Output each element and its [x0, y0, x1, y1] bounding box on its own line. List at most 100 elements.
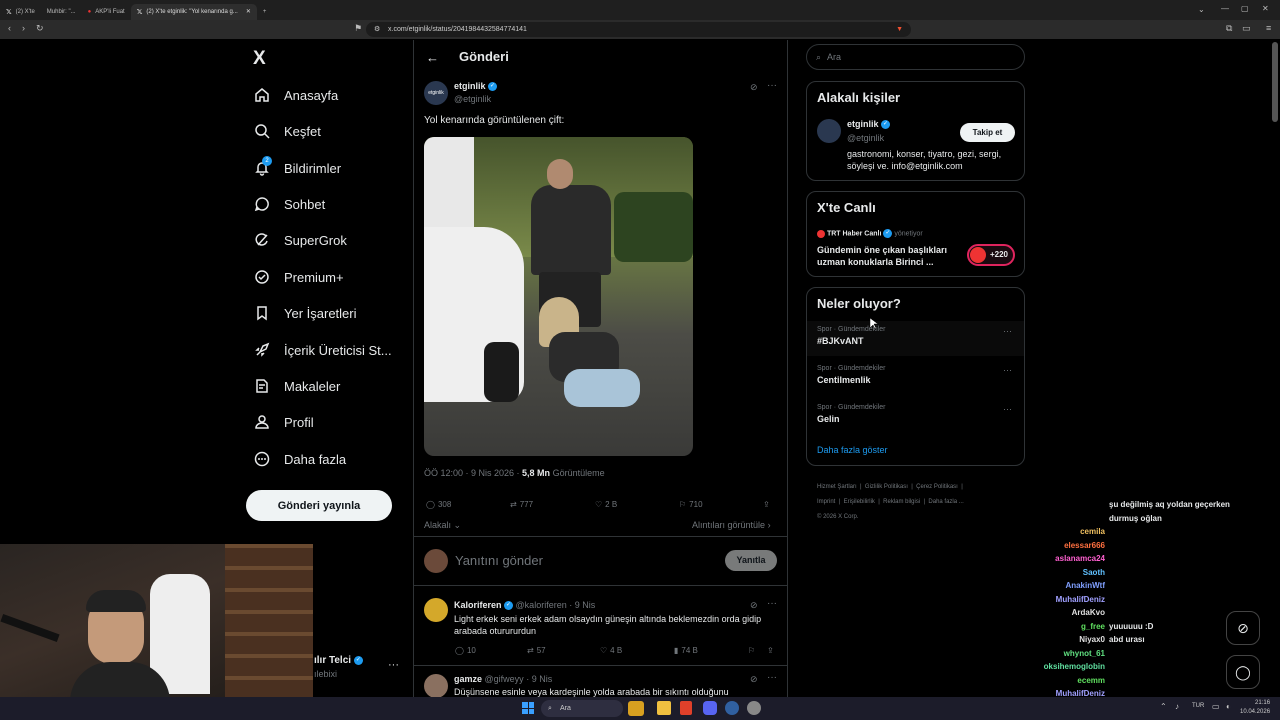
back-icon[interactable]: ‹: [8, 23, 11, 33]
sidebar-item-explore[interactable]: Keşfet: [254, 119, 321, 143]
sidebar-item-profile[interactable]: Profil: [254, 410, 314, 434]
close-tab-icon[interactable]: ✕: [246, 8, 251, 15]
start-icon[interactable]: [522, 702, 534, 714]
new-tab-button[interactable]: +: [257, 4, 273, 20]
sidebar-item-premium[interactable]: Premium+: [254, 265, 344, 289]
trend-item[interactable]: Spor · Gündemdekiler #BJKvANT ···: [807, 321, 1024, 356]
more-icon[interactable]: ···: [1003, 365, 1012, 375]
reply-avatar[interactable]: [424, 598, 448, 622]
avatar[interactable]: [817, 119, 841, 143]
views-button[interactable]: ▮ 74 B: [674, 646, 698, 655]
grok-icon[interactable]: ⊘: [750, 82, 758, 93]
clock[interactable]: 21:16 10.04.2026: [1240, 699, 1270, 717]
sidebar-item-chat[interactable]: Sohbet: [254, 192, 325, 216]
footer-link[interactable]: Imprint: [817, 499, 835, 505]
browser-tab-active[interactable]: 𝕏 (2) X'te etginlik: "Yol kenarında g... ✕: [130, 3, 257, 20]
sidebar-item-more[interactable]: Daha fazla: [254, 447, 346, 471]
steam-icon[interactable]: [725, 701, 739, 715]
extensions-icon[interactable]: ⧉: [1226, 23, 1232, 34]
scrollbar-thumb[interactable]: [1272, 42, 1278, 122]
chat-username[interactable]: elessar666: [1040, 541, 1105, 550]
chat-username[interactable]: Saoth: [1040, 568, 1105, 577]
reply-button[interactable]: ◯ 10: [455, 646, 476, 655]
post-handle[interactable]: @etginlik: [454, 94, 491, 104]
minimize-icon[interactable]: —: [1221, 4, 1229, 13]
chat-username[interactable]: ArdaKvo: [1040, 608, 1105, 617]
footer-link[interactable]: Çerez Politikası: [916, 484, 958, 490]
browser-tab[interactable]: Muhbir: "...: [41, 4, 82, 20]
menu-icon[interactable]: ≡: [1266, 23, 1271, 33]
sidebar-item-notifications[interactable]: 2 Bildirimler: [254, 156, 341, 180]
sidebar-item-articles[interactable]: Makaleler: [254, 374, 340, 398]
avatar[interactable]: etginlik: [424, 81, 448, 105]
maximize-icon[interactable]: ▢: [1241, 4, 1249, 13]
footer-link[interactable]: Hizmet Şartları: [817, 484, 857, 490]
reply-input[interactable]: Yanıtını gönder: [455, 553, 543, 568]
my-avatar[interactable]: [424, 549, 448, 573]
chat-username[interactable]: AnakinWtf: [1040, 581, 1105, 590]
show-more-link[interactable]: Daha fazla göster: [817, 445, 888, 455]
reply-author[interactable]: Kaloriferen: [454, 600, 502, 610]
view-quotes-link[interactable]: Alıntıları görüntüle ›: [692, 520, 771, 530]
sidebar-icon[interactable]: ▭: [1242, 23, 1251, 34]
sidebar-item-home[interactable]: Anasayfa: [254, 83, 338, 107]
address-bar[interactable]: ⚙ x.com/etginlik/status/2041984432584774…: [366, 22, 911, 37]
obs-icon[interactable]: [747, 701, 761, 715]
volume-icon[interactable]: ◐: [1226, 702, 1231, 711]
like-button[interactable]: ♡ 2 B: [595, 500, 617, 509]
grok-fab[interactable]: ⊘: [1226, 611, 1260, 645]
chat-username[interactable]: whynot_61: [1040, 649, 1105, 658]
sidebar-item-bookmarks[interactable]: Yer İşaretleri: [254, 301, 357, 325]
tray-mic-icon[interactable]: ♪: [1175, 702, 1179, 711]
browser-tab[interactable]: ● AKP'li Fuat: [82, 4, 131, 20]
more-icon[interactable]: ···: [767, 598, 777, 609]
trend-item[interactable]: Spor · Gündemdekiler Gelin ···: [807, 401, 1024, 436]
taskbar-search[interactable]: ⌕ Ara: [541, 700, 623, 717]
x-home-logo[interactable]: X: [253, 48, 266, 70]
chat-username[interactable]: oksihemoglobin: [1040, 662, 1105, 671]
forward-icon[interactable]: ›: [22, 23, 25, 33]
search-input[interactable]: ⌕ Ara: [806, 44, 1025, 70]
reply-avatar[interactable]: [424, 674, 448, 698]
live-host[interactable]: TRT Haber Canlı ✓ yönetiyor: [817, 229, 923, 238]
bookmark-button[interactable]: ⚐ 710: [679, 500, 703, 509]
reload-icon[interactable]: ↻: [36, 23, 44, 34]
brave-browser-icon[interactable]: [680, 701, 692, 715]
repost-button[interactable]: ⇄ 57: [527, 646, 546, 655]
more-icon[interactable]: ···: [767, 672, 777, 683]
messages-fab[interactable]: ◯: [1226, 655, 1260, 689]
like-button[interactable]: ♡ 4 B: [600, 646, 622, 655]
more-icon[interactable]: ···: [1003, 404, 1012, 414]
grok-icon[interactable]: ⊘: [750, 600, 758, 611]
tab-list-icon[interactable]: ⌄: [1198, 5, 1205, 14]
account-name[interactable]: ılır Telci ✓: [314, 655, 363, 666]
post-author[interactable]: etginlik ✓: [454, 81, 498, 92]
bookmark-button[interactable]: ⚐: [748, 646, 755, 655]
related-name[interactable]: etginlik ✓: [847, 119, 891, 130]
more-icon[interactable]: ···: [767, 80, 777, 91]
repost-button[interactable]: ⇄ 777: [510, 500, 533, 509]
discord-icon[interactable]: [703, 701, 717, 715]
sidebar-item-creator-studio[interactable]: İçerik Üreticisi St...: [254, 338, 392, 362]
post-photo[interactable]: [424, 137, 693, 456]
footer-link[interactable]: Daha fazla ...: [928, 499, 963, 505]
sort-dropdown[interactable]: Alakalı ⌄: [424, 520, 461, 531]
live-title[interactable]: Gündemin öne çıkan başlıkları uzman konu…: [817, 244, 967, 268]
related-handle[interactable]: @etginlik: [847, 133, 884, 143]
account-more-icon[interactable]: ···: [388, 659, 399, 671]
sidebar-item-supergrok[interactable]: SuperGrok: [254, 228, 347, 252]
chat-username[interactable]: cemila: [1040, 527, 1105, 536]
file-explorer-icon[interactable]: [657, 701, 671, 715]
network-icon[interactable]: ▭: [1212, 702, 1220, 711]
footer-link[interactable]: Erişilebilirlik: [844, 499, 875, 505]
chat-username[interactable]: aslanamca24: [1040, 554, 1105, 563]
share-button[interactable]: ⇪: [767, 646, 774, 655]
shields-icon[interactable]: ▼: [896, 22, 903, 37]
widgets-app-icon[interactable]: [628, 701, 644, 716]
follow-button[interactable]: Takip et: [960, 123, 1015, 142]
footer-link[interactable]: Reklam bilgisi: [883, 499, 920, 505]
site-info-icon[interactable]: ⚙: [374, 22, 380, 37]
grok-icon[interactable]: ⊘: [750, 674, 758, 685]
listeners-badge[interactable]: +220: [967, 244, 1015, 266]
back-arrow-icon[interactable]: ←: [426, 50, 439, 65]
